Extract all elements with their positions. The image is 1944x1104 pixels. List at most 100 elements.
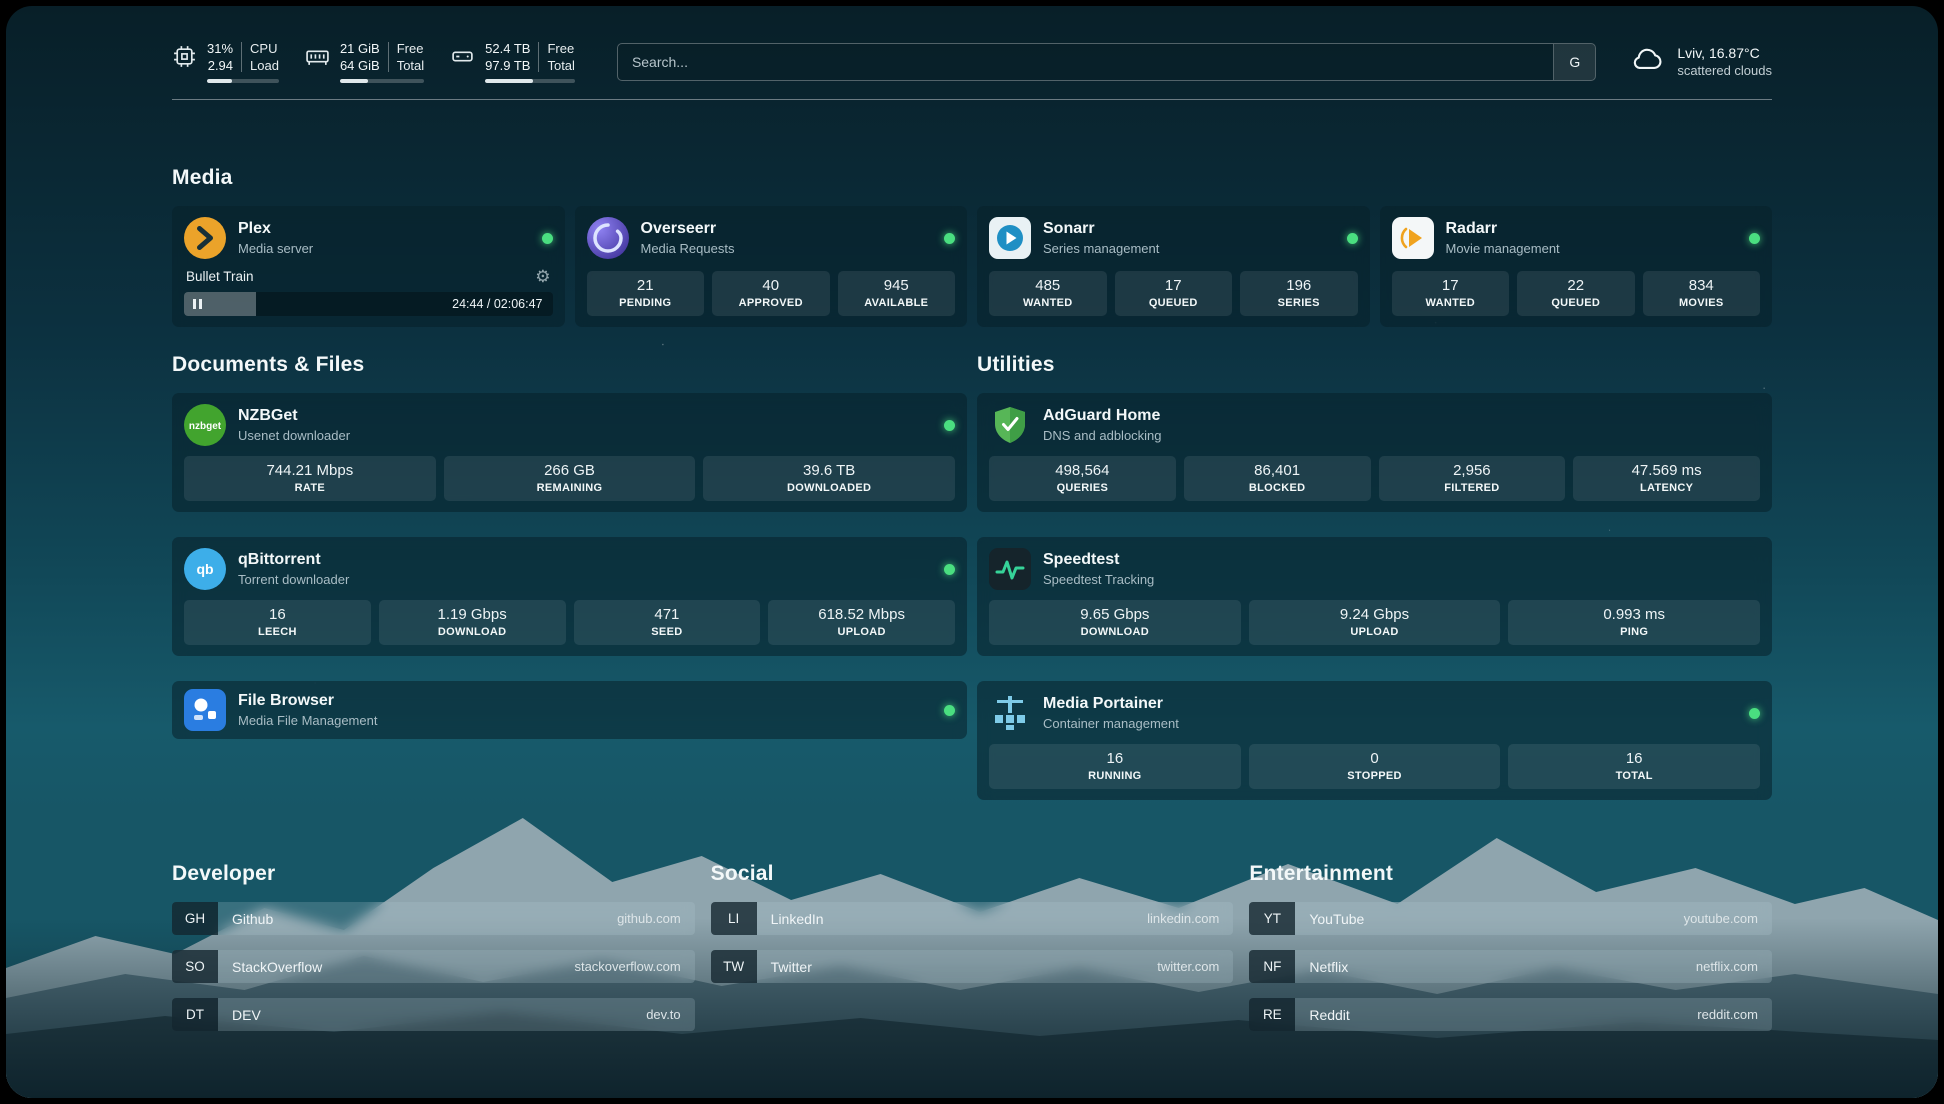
- bookmarks-entertainment: Entertainment YT YouTube youtube.com NF …: [1249, 862, 1772, 1031]
- bookmark-github[interactable]: GH Github github.com: [172, 902, 695, 935]
- status-dot-online: [944, 564, 955, 575]
- disk-free-value: 52.4 TB: [485, 40, 530, 57]
- bookmark-stackoverflow[interactable]: SO StackOverflow stackoverflow.com: [172, 950, 695, 983]
- cpu-widget: 31% 2.94 CPU Load: [172, 40, 279, 83]
- bookmark-youtube[interactable]: YT YouTube youtube.com: [1249, 902, 1772, 935]
- section-title-documents: Documents & Files: [172, 353, 967, 377]
- ram-total-value: 64 GiB: [340, 57, 380, 74]
- section-title-media: Media: [172, 166, 1772, 190]
- service-card-radarr[interactable]: Radarr Movie management 17WANTED 22QUEUE…: [1380, 206, 1773, 327]
- search-input[interactable]: [618, 44, 1553, 80]
- stat-box: 39.6 TBDOWNLOADED: [703, 456, 955, 501]
- stat-box: 17QUEUED: [1115, 271, 1233, 316]
- service-card-overseerr[interactable]: Overseerr Media Requests 21PENDING 40APP…: [575, 206, 968, 327]
- metric-divider: [538, 42, 539, 72]
- service-card-plex[interactable]: Plex Media server Bullet Train ⚙ 24:44 /…: [172, 206, 565, 327]
- weather-widget[interactable]: Lviv, 16.87°C scattered clouds: [1630, 45, 1772, 78]
- stat-box: 86,401BLOCKED: [1184, 456, 1371, 501]
- ram-label-top: Free: [397, 40, 424, 57]
- stat-box: 744.21 MbpsRATE: [184, 456, 436, 501]
- top-bar: 31% 2.94 CPU Load: [172, 40, 1772, 83]
- service-name: qBittorrent: [238, 551, 349, 569]
- bookmark-name: Github: [232, 911, 273, 927]
- bookmark-twitter[interactable]: TW Twitter twitter.com: [711, 950, 1234, 983]
- playback-time: 24:44 / 02:06:47: [452, 297, 542, 311]
- stat-box: 47.569 msLATENCY: [1573, 456, 1760, 501]
- service-subtitle: Media File Management: [238, 713, 377, 728]
- cloud-icon: [1630, 46, 1666, 78]
- metric-divider: [241, 42, 242, 72]
- stat-box: 21PENDING: [587, 271, 705, 316]
- stat-box: 16LEECH: [184, 600, 371, 645]
- status-dot-online: [1347, 233, 1358, 244]
- service-name: AdGuard Home: [1043, 407, 1162, 425]
- section-documents: Documents & Files nzbget NZBGet Usenet d…: [172, 353, 967, 739]
- service-subtitle: Media server: [238, 241, 313, 256]
- stat-box: 618.52 MbpsUPLOAD: [768, 600, 955, 645]
- service-card-portainer[interactable]: Media Portainer Container management 16R…: [977, 681, 1772, 800]
- bookmark-abbr: SO: [172, 950, 218, 983]
- cpu-load-value: 2.94: [208, 57, 233, 74]
- stat-box: 40APPROVED: [712, 271, 830, 316]
- service-name: Radarr: [1446, 220, 1560, 238]
- search-provider-button[interactable]: G: [1553, 44, 1595, 80]
- service-card-speedtest[interactable]: Speedtest Speedtest Tracking 9.65 GbpsDO…: [977, 537, 1772, 656]
- service-subtitle: Media Requests: [641, 241, 735, 256]
- bookmark-url: github.com: [617, 911, 681, 926]
- service-card-filebrowser[interactable]: File Browser Media File Management: [172, 681, 967, 739]
- stat-box: 834MOVIES: [1643, 271, 1761, 316]
- stat-box: 196SERIES: [1240, 271, 1358, 316]
- bookmark-abbr: DT: [172, 998, 218, 1031]
- status-dot-online: [944, 233, 955, 244]
- disk-icon: [450, 44, 475, 74]
- plex-playback-progress[interactable]: 24:44 / 02:06:47: [184, 292, 553, 316]
- bookmark-url: linkedin.com: [1147, 911, 1219, 926]
- pause-icon[interactable]: [193, 299, 202, 309]
- bookmark-url: reddit.com: [1697, 1007, 1758, 1022]
- search-bar: G: [617, 43, 1596, 81]
- service-card-nzbget[interactable]: nzbget NZBGet Usenet downloader 744.21 M…: [172, 393, 967, 512]
- bookmarks-social: Social LI LinkedIn linkedin.com TW Twitt…: [711, 862, 1234, 1031]
- bookmark-dev[interactable]: DT DEV dev.to: [172, 998, 695, 1031]
- weather-condition: scattered clouds: [1677, 63, 1772, 78]
- bookmark-name: Netflix: [1309, 959, 1348, 975]
- service-subtitle: Speedtest Tracking: [1043, 572, 1154, 587]
- metric-divider: [388, 42, 389, 72]
- plex-now-playing-row: Bullet Train ⚙: [184, 268, 553, 285]
- bookmark-netflix[interactable]: NF Netflix netflix.com: [1249, 950, 1772, 983]
- bookmark-name: Reddit: [1309, 1007, 1349, 1023]
- stat-box: 498,564QUERIES: [989, 456, 1176, 501]
- stat-box: 485WANTED: [989, 271, 1107, 316]
- overseerr-icon: [587, 217, 629, 259]
- bookmark-name: StackOverflow: [232, 959, 322, 975]
- stat-box: 2,956FILTERED: [1379, 456, 1566, 501]
- disk-label-bottom: Total: [547, 57, 574, 74]
- bookmark-name: YouTube: [1309, 911, 1364, 927]
- status-dot-online: [944, 705, 955, 716]
- ram-free-value: 21 GiB: [340, 40, 380, 57]
- status-dot-online: [1749, 708, 1760, 719]
- bookmark-linkedin[interactable]: LI LinkedIn linkedin.com: [711, 902, 1234, 935]
- service-card-sonarr[interactable]: Sonarr Series management 485WANTED 17QUE…: [977, 206, 1370, 327]
- gear-icon[interactable]: ⚙: [535, 268, 550, 285]
- service-subtitle: Torrent downloader: [238, 572, 349, 587]
- speedtest-icon: [989, 548, 1031, 590]
- ram-label-bottom: Total: [397, 57, 424, 74]
- disk-widget: 52.4 TB 97.9 TB Free Total: [450, 40, 575, 83]
- svg-text:qb: qb: [196, 561, 213, 577]
- bookmark-reddit[interactable]: RE Reddit reddit.com: [1249, 998, 1772, 1031]
- filebrowser-icon: [184, 689, 226, 731]
- service-name: Media Portainer: [1043, 695, 1179, 713]
- portainer-icon: [989, 692, 1031, 734]
- weather-location: Lviv, 16.87°C: [1677, 45, 1772, 61]
- bookmark-abbr: YT: [1249, 902, 1295, 935]
- cpu-icon: [172, 44, 197, 74]
- svg-text:nzbget: nzbget: [189, 421, 222, 432]
- service-card-qbittorrent[interactable]: qb qBittorrent Torrent downloader 16LEEC…: [172, 537, 967, 656]
- service-card-adguard[interactable]: AdGuard Home DNS and adblocking 498,564Q…: [977, 393, 1772, 512]
- status-dot-online: [944, 420, 955, 431]
- service-name: File Browser: [238, 692, 377, 710]
- disk-total-value: 97.9 TB: [485, 57, 530, 74]
- service-name: Speedtest: [1043, 551, 1154, 569]
- service-subtitle: DNS and adblocking: [1043, 428, 1162, 443]
